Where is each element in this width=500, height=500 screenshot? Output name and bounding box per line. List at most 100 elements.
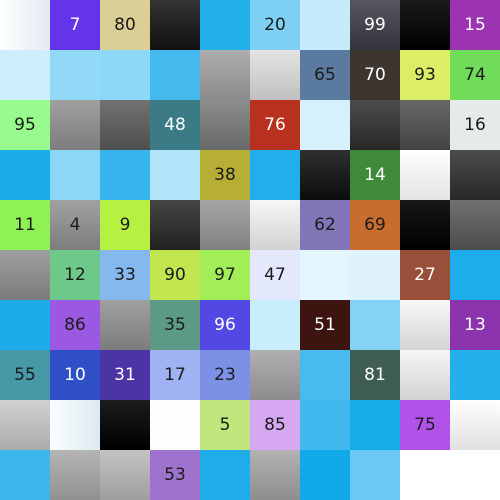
board-tile[interactable] (0, 250, 50, 300)
board-tile[interactable] (100, 150, 150, 200)
board-tile[interactable]: 27 (400, 250, 450, 300)
board-tile[interactable] (0, 450, 50, 500)
board-tile[interactable] (250, 200, 300, 250)
board-tile[interactable] (0, 400, 50, 450)
board-tile[interactable] (0, 0, 50, 50)
board-tile[interactable] (400, 150, 450, 200)
board-tile[interactable] (150, 400, 200, 450)
board-tile[interactable]: 9 (100, 200, 150, 250)
board-tile[interactable] (50, 50, 100, 100)
board-tile[interactable]: 55 (0, 350, 50, 400)
board-tile[interactable] (400, 100, 450, 150)
board-tile[interactable]: 14 (350, 150, 400, 200)
board-tile[interactable]: 74 (450, 50, 500, 100)
board-tile[interactable] (400, 350, 450, 400)
board-tile[interactable] (350, 250, 400, 300)
board-tile[interactable] (400, 0, 450, 50)
board-tile[interactable]: 65 (300, 50, 350, 100)
board-tile[interactable] (200, 100, 250, 150)
board-tile[interactable]: 15 (450, 0, 500, 50)
board-tile[interactable]: 4 (50, 200, 100, 250)
board-tile[interactable] (450, 150, 500, 200)
board-tile[interactable] (250, 50, 300, 100)
board-tile[interactable] (300, 100, 350, 150)
board-tile[interactable] (300, 250, 350, 300)
board-tile[interactable] (250, 350, 300, 400)
board-tile[interactable] (100, 100, 150, 150)
board-tile[interactable]: 12 (50, 250, 100, 300)
board-tile[interactable] (100, 300, 150, 350)
board-tile[interactable]: 86 (50, 300, 100, 350)
board-tile[interactable]: 23 (200, 350, 250, 400)
board-tile[interactable] (400, 450, 450, 500)
board-tile[interactable]: 16 (450, 100, 500, 150)
board-tile[interactable] (200, 50, 250, 100)
board-tile[interactable]: 33 (100, 250, 150, 300)
board-tile[interactable] (200, 0, 250, 50)
board-tile[interactable]: 69 (350, 200, 400, 250)
board-tile[interactable] (450, 450, 500, 500)
board-tile[interactable]: 10 (50, 350, 100, 400)
board-tile[interactable] (350, 450, 400, 500)
board-tile[interactable]: 81 (350, 350, 400, 400)
board-tile[interactable] (300, 0, 350, 50)
board-tile[interactable]: 20 (250, 0, 300, 50)
board-tile[interactable]: 80 (100, 0, 150, 50)
board-tile[interactable] (150, 0, 200, 50)
board-tile[interactable]: 97 (200, 250, 250, 300)
board-tile[interactable] (0, 150, 50, 200)
board-tile[interactable]: 53 (150, 450, 200, 500)
board-tile[interactable]: 35 (150, 300, 200, 350)
board-tile[interactable]: 5 (200, 400, 250, 450)
board-tile[interactable] (250, 300, 300, 350)
board-tile[interactable] (300, 450, 350, 500)
board-tile[interactable] (350, 300, 400, 350)
board-tile[interactable]: 7 (50, 0, 100, 50)
board-tile[interactable]: 13 (450, 300, 500, 350)
board-tile[interactable] (450, 400, 500, 450)
board-tile[interactable] (100, 50, 150, 100)
board-tile[interactable] (250, 450, 300, 500)
board-tile[interactable] (450, 200, 500, 250)
board-tile[interactable] (450, 350, 500, 400)
board-tile[interactable] (50, 450, 100, 500)
board-tile[interactable] (100, 400, 150, 450)
board-tile[interactable] (50, 100, 100, 150)
board-tile[interactable] (0, 50, 50, 100)
board-tile[interactable]: 38 (200, 150, 250, 200)
board-tile[interactable] (50, 400, 100, 450)
board-tile[interactable]: 85 (250, 400, 300, 450)
board-tile[interactable]: 31 (100, 350, 150, 400)
board-tile[interactable]: 51 (300, 300, 350, 350)
board-tile[interactable] (300, 350, 350, 400)
board-tile[interactable] (250, 150, 300, 200)
board-tile[interactable]: 48 (150, 100, 200, 150)
board-tile[interactable] (350, 100, 400, 150)
board-tile[interactable] (0, 300, 50, 350)
board-tile[interactable] (450, 250, 500, 300)
board-tile[interactable]: 11 (0, 200, 50, 250)
board-tile[interactable]: 99 (350, 0, 400, 50)
board-tile[interactable] (200, 200, 250, 250)
board-tile[interactable]: 90 (150, 250, 200, 300)
board-tile[interactable]: 76 (250, 100, 300, 150)
board-tile[interactable] (150, 200, 200, 250)
board-tile[interactable]: 62 (300, 200, 350, 250)
board-tile[interactable] (150, 150, 200, 200)
board-tile[interactable]: 17 (150, 350, 200, 400)
board-tile[interactable]: 70 (350, 50, 400, 100)
board-tile[interactable] (400, 300, 450, 350)
board-tile[interactable] (350, 400, 400, 450)
board-tile[interactable]: 95 (0, 100, 50, 150)
board-tile[interactable] (100, 450, 150, 500)
board-tile[interactable] (150, 50, 200, 100)
board-tile[interactable] (200, 450, 250, 500)
board-tile[interactable]: 93 (400, 50, 450, 100)
board-tile[interactable] (400, 200, 450, 250)
board-tile[interactable]: 96 (200, 300, 250, 350)
board-tile[interactable]: 47 (250, 250, 300, 300)
board-tile[interactable] (300, 150, 350, 200)
board-tile[interactable]: 75 (400, 400, 450, 450)
board-tile[interactable] (300, 400, 350, 450)
board-tile[interactable] (50, 150, 100, 200)
